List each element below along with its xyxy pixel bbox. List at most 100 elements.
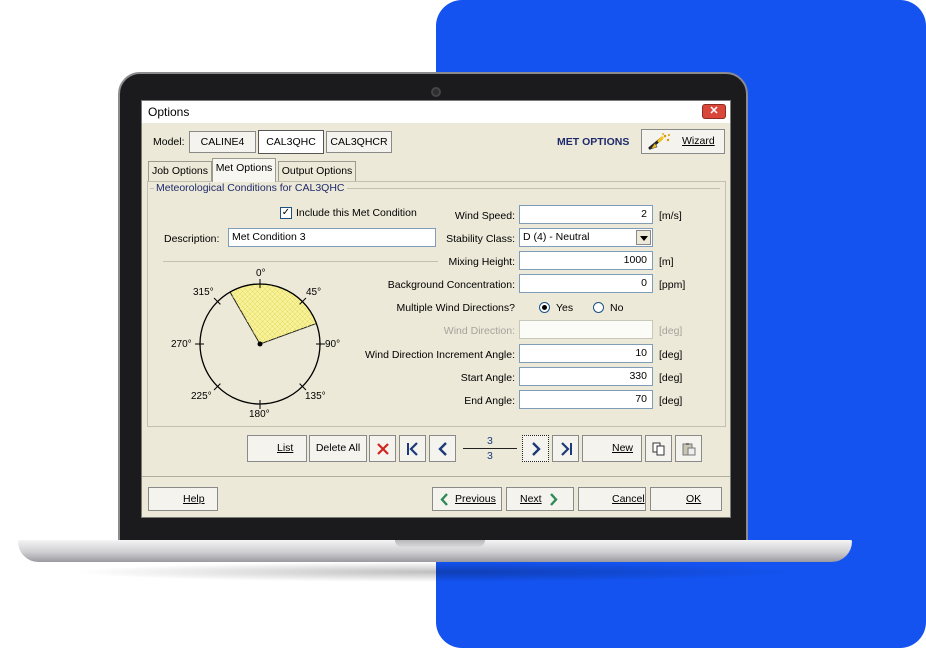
- ok-label: OK: [686, 493, 702, 505]
- delete-all-label: Delete All: [315, 442, 361, 454]
- wizard-button[interactable]: Wizard: [641, 129, 725, 154]
- delete-button[interactable]: [369, 435, 396, 462]
- window-title: Options: [148, 105, 190, 119]
- arrow-left-icon: [440, 493, 448, 506]
- cancel-button[interactable]: Cancel: [578, 487, 646, 511]
- compass-label-135: 135°: [305, 391, 326, 402]
- background-concentration-unit: [ppm]: [659, 279, 686, 291]
- new-label: New: [612, 442, 634, 454]
- next-record-button[interactable]: [522, 435, 549, 462]
- description-input[interactable]: Met Condition 3: [228, 228, 436, 247]
- wind-direction-input[interactable]: [519, 320, 653, 339]
- first-record-button[interactable]: [399, 435, 426, 462]
- wind-sector: [229, 283, 318, 345]
- compass-label-0: 0°: [256, 268, 266, 279]
- first-record-icon: [407, 442, 418, 456]
- mixing-height-label: Mixing Height:: [448, 256, 515, 268]
- next-label: Next: [520, 493, 542, 505]
- close-icon[interactable]: ✕: [702, 104, 726, 119]
- background-concentration-input[interactable]: 0: [519, 274, 653, 293]
- end-angle-input[interactable]: 70: [519, 390, 653, 409]
- wind-directions-no-label: No: [610, 302, 624, 314]
- last-record-icon: [561, 442, 572, 456]
- wizard-label: Wizard: [682, 135, 715, 147]
- help-label: Help: [183, 493, 205, 505]
- paste-button[interactable]: [675, 435, 702, 462]
- ok-button[interactable]: OK: [650, 487, 722, 511]
- end-angle-unit: [deg]: [659, 395, 683, 407]
- compass-label-180: 180°: [249, 409, 270, 420]
- mixing-height-input[interactable]: 1000: [519, 251, 653, 270]
- previous-label: Previous: [455, 493, 496, 505]
- stability-class-dropdown-button[interactable]: [636, 230, 651, 245]
- tab-output-options[interactable]: Output Options: [278, 161, 356, 181]
- compass-label-315: 315°: [193, 287, 214, 298]
- wind-directions-no-radio[interactable]: [593, 302, 604, 313]
- help-button[interactable]: Help: [148, 487, 218, 511]
- compass-label-270: 270°: [171, 339, 192, 350]
- delete-x-icon: [377, 443, 389, 455]
- increment-angle-label: Wind Direction Increment Angle:: [365, 349, 515, 361]
- model-label: Model:: [153, 136, 185, 148]
- wind-speed-input[interactable]: 2: [519, 205, 653, 224]
- start-angle-label: Start Angle:: [460, 372, 515, 384]
- end-angle-label: End Angle:: [464, 395, 515, 407]
- delete-all-button[interactable]: Delete All: [309, 435, 367, 462]
- increment-angle-input[interactable]: 10: [519, 344, 653, 363]
- met-options-heading: MET OPTIONS: [557, 136, 630, 148]
- total-records: 3: [487, 450, 493, 462]
- start-angle-input[interactable]: 330: [519, 367, 653, 386]
- description-label: Description:: [164, 233, 220, 245]
- list-label: List: [277, 442, 294, 454]
- paste-icon: [682, 443, 696, 456]
- increment-angle-unit: [deg]: [659, 349, 683, 361]
- compass-label-225: 225°: [191, 391, 212, 402]
- multiple-wind-directions-label: Multiple Wind Directions?: [396, 302, 515, 314]
- tab-met-options[interactable]: Met Options: [212, 158, 276, 182]
- arrow-right-icon: [550, 493, 558, 506]
- title-bar: [142, 101, 730, 123]
- chevron-down-icon: [640, 236, 648, 241]
- tab-job-options[interactable]: Job Options: [148, 161, 212, 181]
- footer-divider: [142, 476, 730, 477]
- chevron-left-icon: [438, 442, 447, 456]
- next-button[interactable]: Next: [506, 487, 574, 511]
- compass-center: [257, 341, 263, 347]
- new-button[interactable]: New: [582, 435, 642, 462]
- current-record: 3: [487, 435, 493, 447]
- copy-button[interactable]: [645, 435, 672, 462]
- model-cal3qhcr-button[interactable]: CAL3QHCR: [326, 131, 392, 153]
- model-cal3qhc-button[interactable]: CAL3QHC: [258, 130, 324, 154]
- options-dialog: Options ✕ Model: CALINE4 CAL3QHC CAL3QHC…: [141, 100, 731, 518]
- wind-speed-label: Wind Speed:: [454, 210, 515, 222]
- copy-icon: [652, 442, 665, 456]
- include-checkbox-label: Include this Met Condition: [296, 207, 417, 219]
- previous-record-button[interactable]: [429, 435, 456, 462]
- stability-class-label: Stability Class:: [446, 233, 515, 245]
- compass-label-90: 90°: [325, 339, 341, 350]
- wind-direction-unit: [deg]: [659, 325, 683, 337]
- wind-directions-yes-label: Yes: [556, 302, 574, 314]
- radio-dot: [542, 305, 547, 310]
- stability-class-select[interactable]: D (4) - Neutral: [519, 228, 653, 247]
- wind-directions-yes-radio[interactable]: [539, 302, 550, 313]
- include-checkbox[interactable]: ✓: [280, 207, 292, 219]
- wizard-wand-icon: [648, 133, 670, 150]
- webcam-icon: [431, 87, 441, 97]
- mixing-height-unit: [m]: [659, 256, 674, 268]
- model-caline4-button[interactable]: CALINE4: [189, 131, 256, 153]
- last-record-button[interactable]: [552, 435, 579, 462]
- compass-divider: [163, 261, 438, 262]
- record-separator: [463, 448, 517, 449]
- laptop-shadow: [70, 562, 800, 582]
- wind-direction-label: Wind Direction:: [443, 325, 515, 337]
- start-angle-unit: [deg]: [659, 372, 683, 384]
- cancel-label: Cancel: [612, 493, 645, 505]
- background-concentration-label: Background Concentration:: [387, 279, 515, 291]
- list-button[interactable]: List: [247, 435, 307, 462]
- compass-label-45: 45°: [306, 287, 322, 298]
- wind-speed-unit: [m/s]: [659, 210, 682, 222]
- laptop-notch: [395, 540, 485, 547]
- chevron-right-icon: [532, 442, 541, 456]
- previous-button[interactable]: Previous: [432, 487, 502, 511]
